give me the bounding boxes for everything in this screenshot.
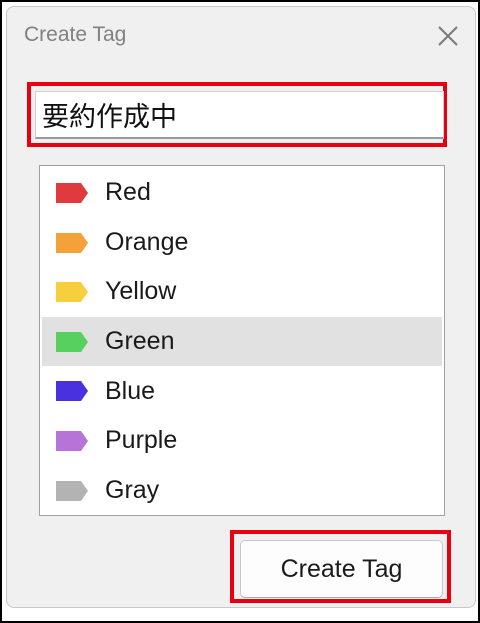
tag-color-icon [56, 331, 90, 352]
color-item-purple[interactable]: Purple [42, 416, 442, 466]
color-label: Gray [105, 475, 160, 504]
close-button[interactable] [431, 19, 465, 53]
tag-color-icon [56, 480, 90, 501]
tag-color-icon [56, 183, 90, 203]
tag-color-icon [56, 232, 90, 253]
color-item-orange[interactable]: Orange [42, 218, 442, 268]
tag-color-icon [56, 282, 90, 303]
color-label: Red [105, 178, 151, 207]
color-label: Purple [105, 426, 178, 455]
color-list[interactable]: Red Orange Yellow Green Blue Purple Gray [39, 165, 445, 516]
title-bar: Create Tag [7, 7, 475, 63]
color-item-red[interactable]: Red [42, 168, 442, 218]
color-item-green[interactable]: Green [42, 316, 442, 367]
tag-color-icon [56, 430, 90, 451]
screenshot-frame: Create Tag Red Orange Yellow Green Blue Purpl… [0, 0, 480, 623]
color-label: Orange [105, 227, 189, 256]
color-item-yellow[interactable]: Yellow [42, 267, 442, 317]
tag-color-icon [56, 381, 90, 402]
tag-name-input[interactable] [35, 91, 444, 139]
color-label: Green [105, 327, 175, 356]
color-label: Blue [105, 376, 156, 405]
close-icon [438, 26, 458, 46]
color-item-gray[interactable]: Gray [42, 466, 442, 516]
color-item-blue[interactable]: Blue [42, 366, 442, 416]
dialog-title: Create Tag [24, 23, 127, 46]
color-label: Yellow [105, 277, 177, 306]
create-tag-button[interactable]: Create Tag [240, 540, 443, 598]
